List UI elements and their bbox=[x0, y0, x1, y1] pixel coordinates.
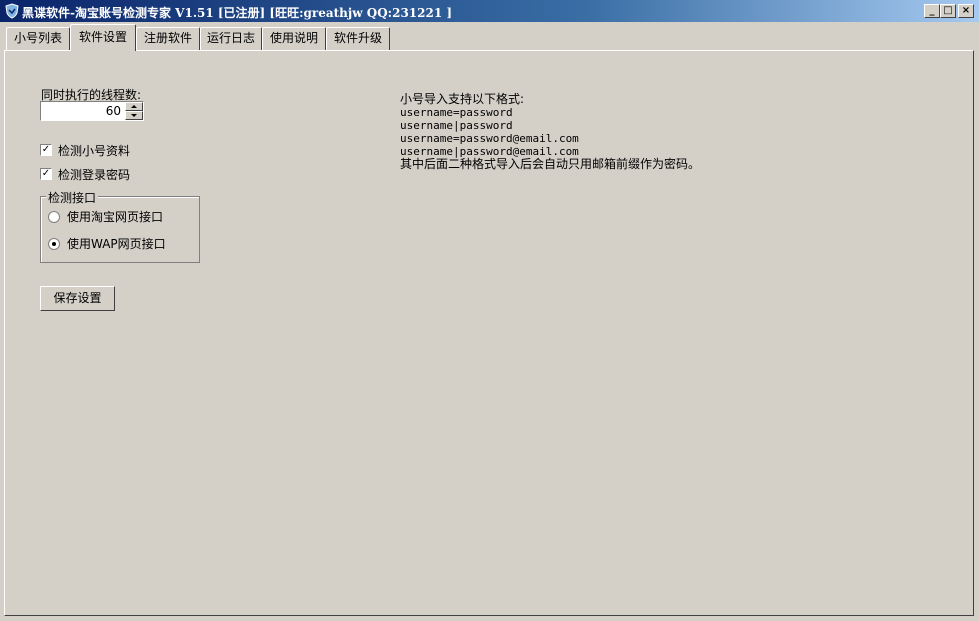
info-heading: 小号导入支持以下格式: bbox=[400, 92, 525, 106]
taobao-web-radio[interactable] bbox=[48, 211, 60, 223]
spin-down-button[interactable] bbox=[125, 111, 143, 120]
check-account-info-checkbox[interactable]: ✓ bbox=[40, 144, 52, 156]
check-account-info-label[interactable]: 检测小号资料 bbox=[58, 142, 130, 159]
interface-group-title: 检测接口 bbox=[46, 189, 99, 206]
minimize-button[interactable]: _ bbox=[924, 4, 940, 18]
maximize-button[interactable]: □ bbox=[940, 4, 956, 18]
window-title: 黑谍软件-淘宝账号检测专家 V1.51 [已注册] [旺旺:greathjw Q… bbox=[22, 6, 453, 20]
tab-upgrade[interactable]: 软件升级 bbox=[326, 27, 390, 50]
check-mark-icon: ✓ bbox=[41, 144, 51, 155]
taobao-web-label[interactable]: 使用淘宝网页接口 bbox=[67, 208, 163, 225]
info-note: 其中后面二种格式导入后会自动只用邮箱前缀作为密码。 bbox=[400, 157, 701, 171]
close-icon: × bbox=[961, 5, 971, 16]
tab-usage-guide[interactable]: 使用说明 bbox=[262, 27, 326, 50]
save-settings-button[interactable]: 保存设置 bbox=[40, 286, 115, 311]
check-mark-icon: ✓ bbox=[41, 168, 51, 179]
minimize-icon: _ bbox=[929, 5, 935, 16]
format-line: username=password@email.com bbox=[400, 132, 579, 145]
check-login-password-checkbox[interactable]: ✓ bbox=[40, 168, 52, 180]
maximize-icon: □ bbox=[943, 5, 953, 16]
wap-web-radio[interactable] bbox=[48, 238, 60, 250]
import-format-info: 小号导入支持以下格式: username=password username|p… bbox=[400, 93, 700, 171]
format-line: username=password bbox=[400, 106, 513, 119]
threads-spinbox[interactable]: 60 bbox=[40, 101, 144, 121]
tab-software-settings[interactable]: 软件设置 bbox=[70, 24, 136, 51]
close-button[interactable]: × bbox=[958, 4, 974, 18]
spin-up-button[interactable] bbox=[125, 102, 143, 111]
tab-register[interactable]: 注册软件 bbox=[136, 27, 200, 50]
title-bar[interactable]: 黑谍软件-淘宝账号检测专家 V1.51 [已注册] [旺旺:greathjw Q… bbox=[0, 0, 979, 22]
interface-groupbox bbox=[40, 196, 200, 263]
threads-value[interactable]: 60 bbox=[106, 104, 121, 118]
format-line: username|password bbox=[400, 119, 513, 132]
spin-up-icon bbox=[131, 105, 137, 108]
wap-web-label[interactable]: 使用WAP网页接口 bbox=[67, 235, 166, 252]
tab-account-list[interactable]: 小号列表 bbox=[6, 27, 70, 50]
spin-down-icon bbox=[131, 114, 137, 117]
app-shield-icon bbox=[5, 3, 19, 19]
radio-selected-dot bbox=[52, 242, 56, 246]
tab-run-log[interactable]: 运行日志 bbox=[200, 27, 262, 50]
check-login-password-label[interactable]: 检测登录密码 bbox=[58, 166, 130, 183]
